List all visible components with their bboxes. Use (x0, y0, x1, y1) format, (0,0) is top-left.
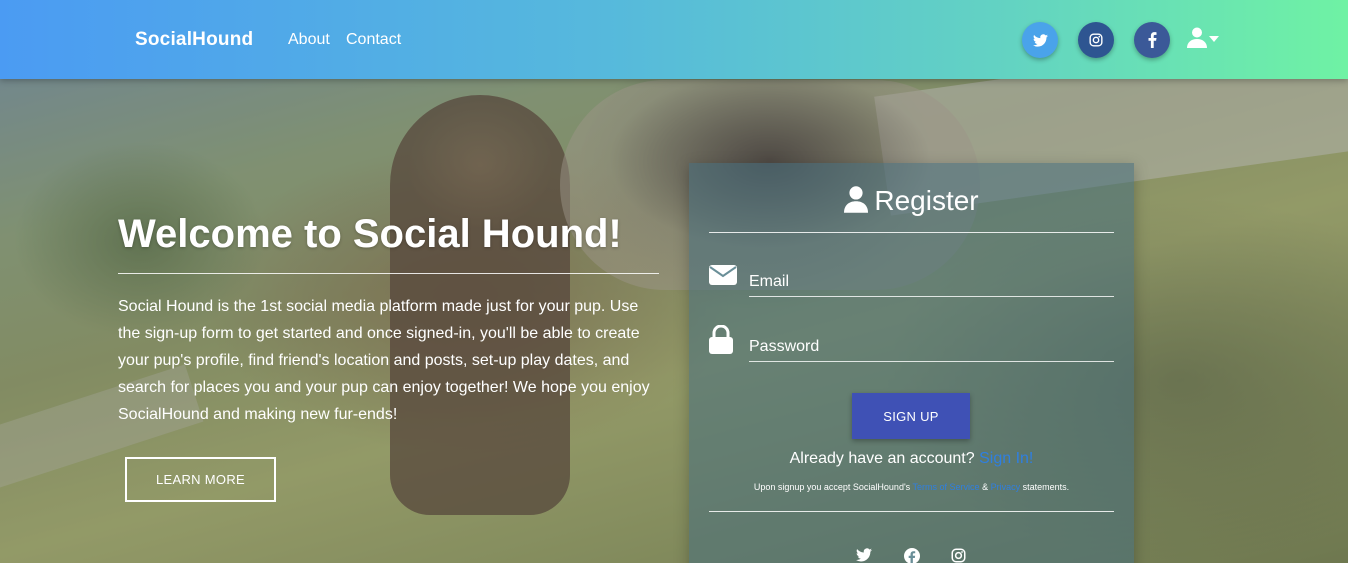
twitter-button[interactable] (1022, 22, 1058, 58)
sign-up-button[interactable]: SIGN UP (852, 393, 970, 439)
terms-of-service-link[interactable]: Terms of Service (913, 482, 980, 492)
envelope-icon (709, 265, 737, 285)
password-input-underline (749, 361, 1114, 362)
facebook-button[interactable] (1134, 22, 1170, 58)
password-input[interactable]: Password (749, 338, 819, 356)
register-divider-top (709, 232, 1114, 233)
email-input-underline (749, 296, 1114, 297)
facebook-icon[interactable] (904, 548, 920, 563)
nav-link-contact[interactable]: Contact (346, 31, 401, 49)
hero-intro-text: Social Hound is the 1st social media pla… (118, 298, 650, 423)
already-text: Already have an account? (789, 450, 975, 467)
already-have-account: Already have an account? Sign In! (689, 450, 1134, 468)
hero-title: Welcome to Social Hound! (118, 212, 622, 256)
terms-and: & (982, 482, 989, 492)
user-icon (844, 186, 869, 213)
instagram-icon[interactable] (951, 548, 966, 563)
twitter-icon[interactable] (856, 548, 872, 562)
email-input[interactable]: Email (749, 273, 789, 291)
brand-logo[interactable]: SocialHound (135, 29, 253, 51)
facebook-icon (1148, 32, 1156, 48)
privacy-link[interactable]: Privacy (991, 482, 1021, 492)
register-heading: Register (689, 185, 1134, 217)
user-menu-dropdown[interactable] (1187, 27, 1223, 51)
register-divider-bottom (709, 511, 1114, 512)
lock-icon (709, 325, 733, 354)
hero-divider (118, 273, 659, 274)
register-card: Register Email Password SIGN UP Already … (689, 163, 1134, 563)
terms-notice: Upon signup you accept SocialHound's Ter… (689, 482, 1134, 492)
twitter-icon (1032, 33, 1048, 47)
learn-more-button[interactable]: LEARN MORE (125, 457, 276, 502)
caret-down-icon (1209, 36, 1219, 42)
terms-suffix: statements. (1022, 482, 1070, 492)
nav-link-about[interactable]: About (288, 31, 330, 49)
terms-prefix: Upon signup you accept SocialHound's (753, 482, 911, 492)
register-title: Register (874, 185, 979, 216)
instagram-button[interactable] (1078, 22, 1114, 58)
instagram-icon (1089, 33, 1103, 47)
top-navbar: SocialHound About Contact (0, 0, 1348, 79)
user-icon (1187, 27, 1207, 48)
sign-in-link[interactable]: Sign In! (979, 450, 1033, 467)
